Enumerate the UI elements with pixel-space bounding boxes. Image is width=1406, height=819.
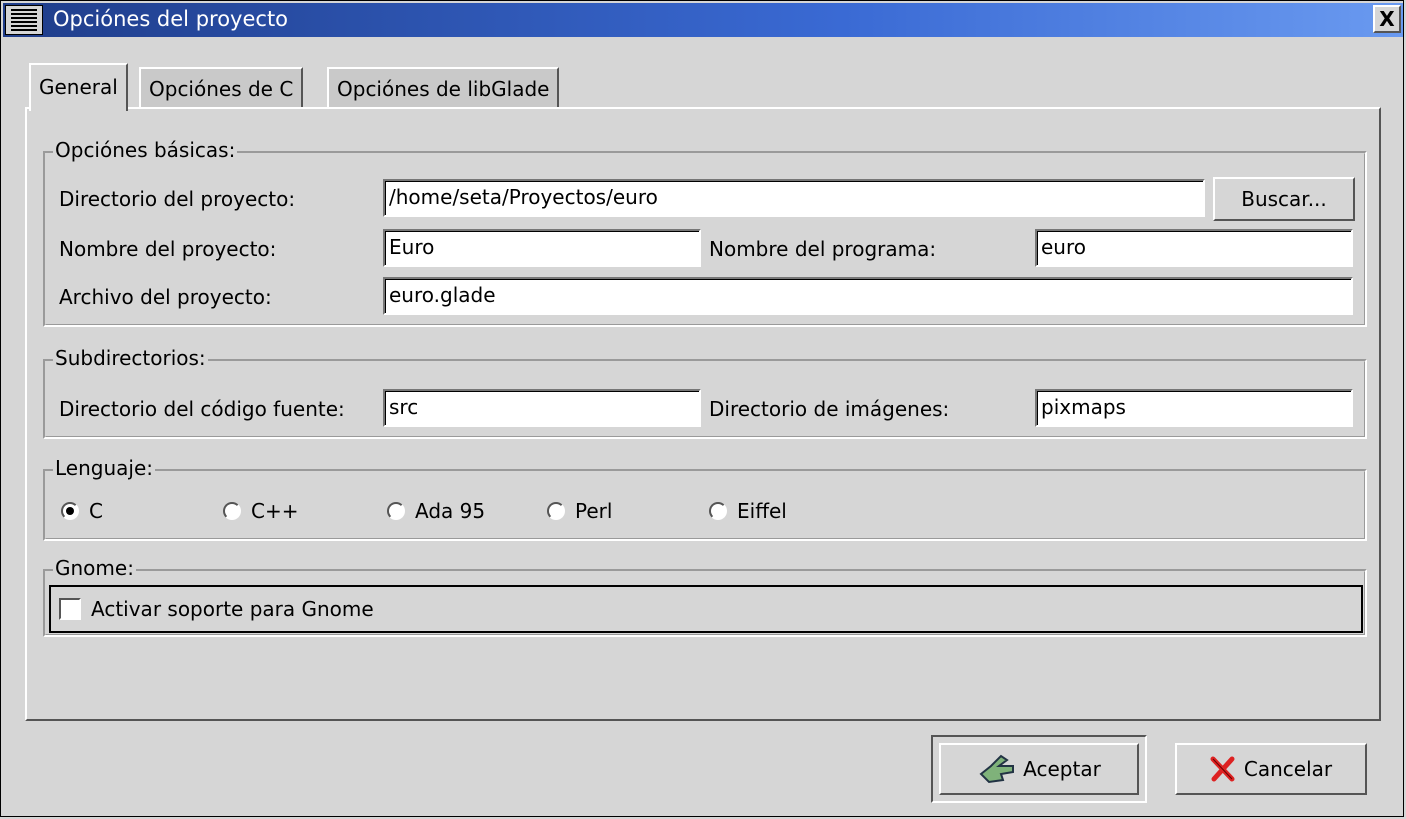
frame-title-subdirs: Subdirectorios: [53,346,208,370]
pixmaps-dir-label: Directorio de imágenes: [709,397,950,421]
frame-title-language: Lenguaje: [53,456,155,480]
radio-unselected-icon [223,502,241,520]
program-name-label: Nombre del programa: [709,237,937,261]
project-name-label: Nombre del proyecto: [59,237,277,261]
red-x-icon [1210,756,1235,782]
source-dir-label: Directorio del código fuente: [59,397,345,421]
tab-general[interactable]: General [29,63,128,111]
radio-unselected-icon [709,502,727,520]
pixmaps-dir-field[interactable]: pixmaps [1035,389,1353,427]
project-file-label: Archivo del proyecto: [59,285,272,309]
title-bar[interactable]: Opciónes del proyecto X [3,3,1403,37]
frame-title-gnome: Gnome: [53,556,136,580]
radio-cpp[interactable]: C++ [223,498,298,524]
radio-unselected-icon [387,502,405,520]
cancel-button[interactable]: Cancelar [1175,743,1367,795]
window-title: Opciónes del proyecto [53,7,289,31]
radio-perl[interactable]: Perl [547,498,612,524]
project-dir-label: Directorio del proyecto: [59,187,296,211]
cancel-button-label: Cancelar [1243,757,1333,781]
tab-c-options[interactable]: Opciónes de C [139,67,304,109]
radio-selected-icon [61,502,79,520]
radio-ada95[interactable]: Ada 95 [387,498,485,524]
accept-button-label: Aceptar [1023,757,1101,781]
project-file-field[interactable]: euro.glade [383,277,1353,315]
project-name-field[interactable]: Euro [383,229,701,267]
radio-cpp-label: C++ [251,499,299,523]
tab-libglade-options[interactable]: Opciónes de libGlade [327,67,560,109]
radio-ada95-label: Ada 95 [415,499,486,523]
frame-title-basic: Opciónes básicas: [53,138,238,162]
project-options-dialog: Opciónes del proyecto X General Opciónes… [0,0,1404,817]
radio-perl-label: Perl [575,499,613,523]
gnome-support-checkbox[interactable] [59,598,81,620]
radio-c[interactable]: C [61,498,103,524]
radio-eiffel-label: Eiffel [737,499,787,523]
radio-eiffel[interactable]: Eiffel [709,498,787,524]
window-menu-icon[interactable] [5,5,43,35]
hand-pointing-icon [979,754,1015,784]
close-button[interactable]: X [1373,5,1401,33]
source-dir-field[interactable]: src [383,389,701,427]
project-dir-field[interactable]: /home/seta/Proyectos/euro [383,179,1205,217]
program-name-field[interactable]: euro [1035,229,1353,267]
browse-button[interactable]: Buscar... [1213,177,1355,221]
gnome-support-label: Activar soporte para Gnome [91,597,374,621]
radio-c-label: C [89,499,103,523]
radio-unselected-icon [547,502,565,520]
accept-button[interactable]: Aceptar [939,743,1139,795]
